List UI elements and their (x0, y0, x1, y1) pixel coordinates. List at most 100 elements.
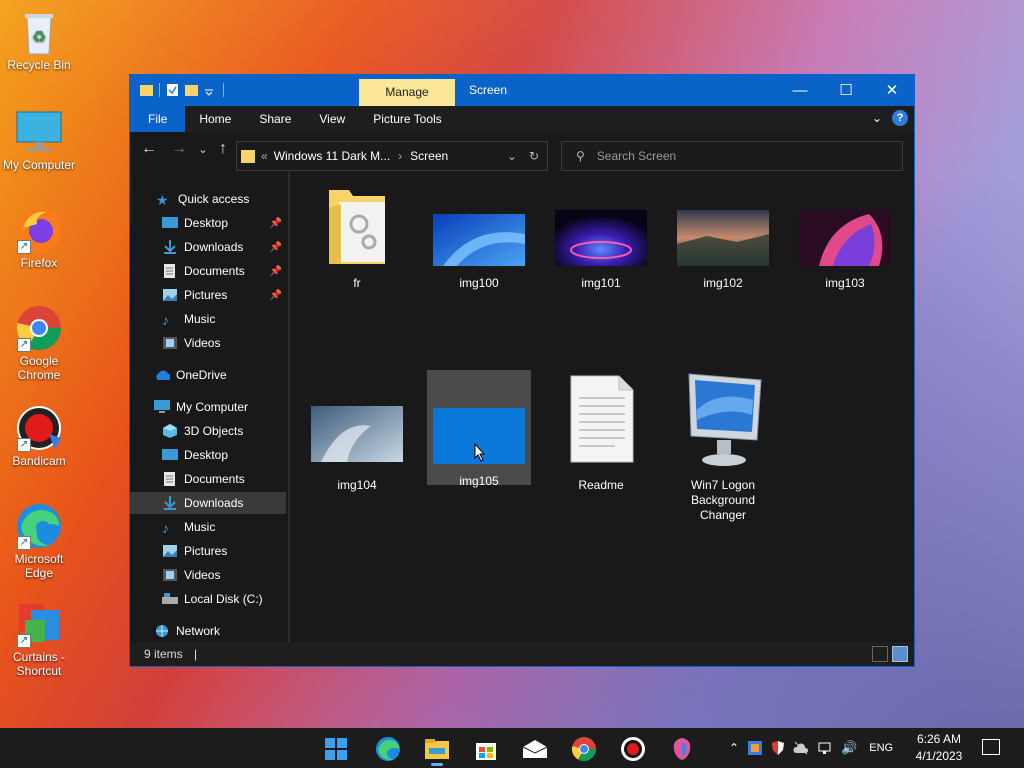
pin-icon[interactable]: 📌 (270, 266, 282, 277)
nav-pc-downloads[interactable]: Downloads (130, 492, 286, 514)
start-icon[interactable] (316, 734, 356, 764)
address-bar[interactable]: « Windows 11 Dark M... › Screen ⌄ ↻ (236, 141, 548, 171)
file-item-app[interactable]: Win7 Logon Background Changer (671, 370, 775, 523)
pin-icon[interactable]: 📌 (270, 242, 282, 253)
svg-text:♻: ♻ (32, 29, 46, 46)
tab-picture-tools[interactable]: Picture Tools (359, 106, 455, 132)
nav-network[interactable]: Network (130, 620, 286, 642)
file-item-folder[interactable]: fr (305, 184, 409, 291)
colorful-tray-app-icon[interactable] (747, 740, 763, 756)
pin-icon[interactable]: 📌 (270, 290, 282, 301)
nav-pc-videos[interactable]: Videos (130, 564, 286, 586)
notification-center-icon[interactable] (982, 739, 1000, 755)
file-explorer-icon[interactable] (417, 734, 457, 766)
show-hidden-icons-chevron-icon[interactable]: ⌃ (729, 741, 739, 755)
breadcrumb-overflow[interactable]: « (261, 149, 268, 163)
search-placeholder: Search Screen (596, 149, 677, 163)
nav-pc-music[interactable]: ♪ Music (130, 516, 286, 538)
close-button[interactable]: ✕ (869, 75, 915, 106)
pictures-icon (163, 289, 177, 301)
desktop-icon-firefox[interactable]: ↗ Firefox (0, 206, 78, 270)
details-view-icon[interactable] (872, 646, 888, 662)
store-icon[interactable] (466, 734, 506, 764)
nav-quick-documents[interactable]: Documents 📌 (130, 260, 286, 282)
computer-icon (154, 400, 170, 413)
nav-pc-pictures[interactable]: Pictures (130, 540, 286, 562)
new-folder-icon[interactable] (185, 83, 198, 97)
address-dropdown-chevron-icon[interactable]: ⌄ (507, 149, 517, 163)
nav-pc-documents[interactable]: Documents (130, 468, 286, 490)
file-name: img101 (581, 276, 621, 290)
tab-file[interactable]: File (130, 106, 186, 132)
refresh-icon[interactable]: ↻ (529, 149, 539, 163)
nav-pc-desktop[interactable]: Desktop (130, 444, 286, 466)
nav-pc-local-disk[interactable]: Local Disk (C:) (130, 588, 286, 610)
ribbon-tabs: File Home Share View Picture Tools ⌄ ? (130, 106, 914, 132)
clock[interactable]: 6:26 AM 4/1/2023 (914, 731, 964, 765)
nav-label: OneDrive (176, 368, 227, 382)
nav-my-computer[interactable]: My Computer (130, 396, 286, 418)
tab-home[interactable]: Home (185, 106, 245, 132)
copilot-icon[interactable] (662, 734, 702, 764)
help-icon[interactable]: ? (892, 110, 908, 126)
expand-ribbon-icon[interactable]: ⌄ (872, 111, 882, 125)
desktop-icon-bandicam[interactable]: ↗ Bandicam (0, 404, 78, 468)
customize-qat-icon[interactable] (204, 83, 217, 97)
breadcrumb-item-root[interactable]: Windows 11 Dark M... (274, 149, 390, 163)
desktop-icon-google-chrome[interactable]: ↗ Google Chrome (0, 304, 78, 382)
network-status-icon[interactable] (817, 740, 833, 756)
desktop-icon-label: Curtains - Shortcut (12, 650, 65, 678)
star-icon: ★ (156, 192, 169, 208)
nav-quick-music[interactable]: ♪ Music (130, 308, 286, 330)
tab-view[interactable]: View (305, 106, 359, 132)
back-arrow-icon[interactable]: ← (139, 140, 159, 158)
cloud-sync-icon[interactable] (793, 740, 809, 756)
edge-icon[interactable] (368, 734, 408, 764)
language-indicator[interactable]: ENG (869, 742, 893, 754)
folder-small-icon[interactable] (140, 83, 153, 97)
nav-label: Videos (184, 568, 221, 582)
file-item-image-selected[interactable]: img105 (427, 370, 531, 488)
nav-quick-videos[interactable]: Videos (130, 332, 286, 354)
nav-quick-pictures[interactable]: Pictures 📌 (130, 284, 286, 306)
desktop-icon-curtains[interactable]: ↗ Curtains - Shortcut (0, 600, 78, 678)
large-icons-view-icon[interactable] (892, 646, 908, 662)
file-item-image[interactable]: img104 (305, 370, 409, 493)
maximize-button[interactable]: ☐ (823, 75, 869, 106)
file-item-image[interactable]: img103 (793, 184, 897, 291)
record-icon[interactable] (613, 734, 653, 764)
search-input[interactable]: ⚲ Search Screen (561, 141, 903, 171)
file-item-text[interactable]: Readme (549, 370, 653, 493)
properties-icon[interactable] (166, 83, 179, 97)
file-item-image[interactable]: img101 (549, 184, 653, 291)
volume-icon[interactable]: 🔊 (841, 740, 857, 756)
desktop-icon-my-computer[interactable]: My Computer (0, 108, 78, 172)
minimize-button[interactable]: — (777, 75, 823, 106)
nav-quick-downloads[interactable]: Downloads 📌 (130, 236, 286, 258)
monitor-app-icon (688, 373, 762, 466)
nav-quick-desktop[interactable]: Desktop 📌 (130, 212, 286, 234)
chrome-icon[interactable] (564, 734, 604, 764)
pictures-icon (163, 545, 177, 557)
nav-pc-3d-objects[interactable]: 3D Objects (130, 420, 286, 442)
desktop-icon-microsoft-edge[interactable]: ↗ Microsoft Edge (0, 502, 78, 580)
document-icon (164, 264, 175, 278)
bandicam-icon: ↗ (15, 404, 63, 452)
mail-icon[interactable] (515, 734, 555, 764)
breadcrumb-separator-icon[interactable]: › (398, 149, 402, 163)
file-item-image[interactable]: img100 (427, 184, 531, 291)
breadcrumb-item-current[interactable]: Screen (410, 149, 448, 163)
security-shield-icon[interactable] (771, 740, 785, 756)
window-title: Screen (469, 83, 508, 97)
nav-quick-access[interactable]: ★ Quick access (130, 188, 286, 210)
tab-share[interactable]: Share (245, 106, 305, 132)
recent-locations-chevron-icon[interactable]: ⌄ (193, 143, 213, 156)
up-arrow-icon[interactable]: ↑ (213, 140, 233, 158)
nav-label: Documents (184, 264, 245, 278)
manage-context-tab[interactable]: Manage (359, 79, 455, 106)
desktop-icon-recycle-bin[interactable]: ♻ Recycle Bin (0, 8, 78, 72)
forward-arrow-icon[interactable]: → (169, 140, 189, 158)
pin-icon[interactable]: 📌 (270, 218, 282, 229)
nav-onedrive[interactable]: OneDrive (130, 364, 286, 386)
file-item-image[interactable]: img102 (671, 184, 775, 291)
